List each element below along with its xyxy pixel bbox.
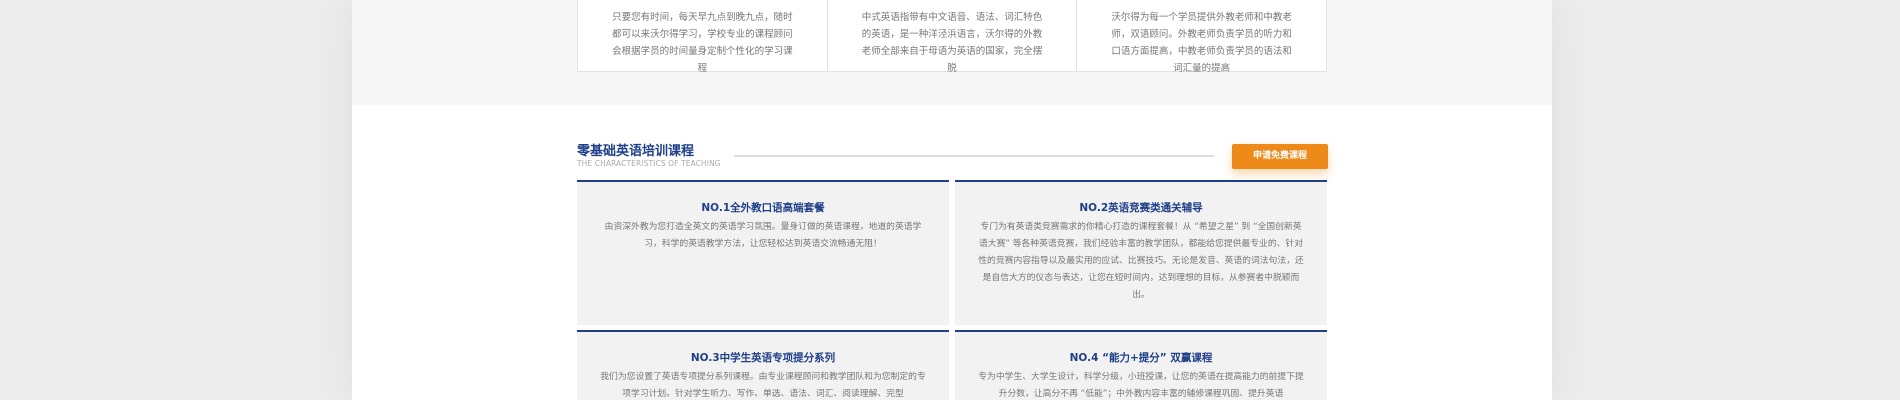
course-description: 我们为您设置了英语专项提分系列课程。由专业课程顾问和教学团队和为您制定的专项学习… bbox=[600, 372, 926, 399]
section-title: 零基础英语培训课程 bbox=[577, 144, 695, 159]
course-description: 专门为有英语类竞赛需求的你精心打造的课程套餐！从 “希望之星” 到 “全国创新英… bbox=[978, 222, 1304, 300]
feature-card: 中式英语指带有中文语音、语法、词汇特色的英语，是一种洋泾浜语言，沃尔得的外教老师… bbox=[828, 0, 1078, 74]
apply-free-course-button[interactable]: 申请免费课程 bbox=[1232, 144, 1328, 169]
section-subtitle: THE CHARACTERISTICS OF TEACHING bbox=[577, 159, 721, 168]
course-title: NO.3中学生英语专项提分系列 bbox=[690, 352, 836, 364]
section-header: 零基础英语培训课程 THE CHARACTERISTICS OF TEACHIN… bbox=[577, 140, 1328, 180]
course-card[interactable]: NO.1全外教口语高端套餐 由资深外教为您打造全英文的英语学习氛围。量身订做的英… bbox=[577, 180, 949, 325]
course-title: NO.4 “能力+提分” 双赢课程 bbox=[1069, 352, 1213, 364]
course-card[interactable]: NO.3中学生英语专项提分系列 我们为您设置了英语专项提分系列课程。由专业课程顾… bbox=[577, 330, 949, 400]
course-description: 专为中学生、大学生设计，科学分级，小班授课，让您的英语在提高能力的前提下提升分数… bbox=[978, 372, 1304, 399]
course-card[interactable]: NO.2英语竞赛类通关辅导 专门为有英语类竞赛需求的你精心打造的课程套餐！从 “… bbox=[955, 180, 1327, 325]
page-container: 只要您有时间，每天早九点到晚九点，随时都可以来沃尔得学习，学校专业的课程顾问会根… bbox=[352, 0, 1552, 400]
course-card[interactable]: NO.4 “能力+提分” 双赢课程 专为中学生、大学生设计，科学分级，小班授课，… bbox=[955, 330, 1327, 400]
feature-card: 只要您有时间，每天早九点到晚九点，随时都可以来沃尔得学习，学校专业的课程顾问会根… bbox=[578, 0, 828, 74]
course-title: NO.2英语竞赛类通关辅导 bbox=[1079, 202, 1203, 214]
course-title: NO.1全外教口语高端套餐 bbox=[701, 202, 825, 214]
feature-card: 沃尔得为每一个学员提供外教老师和中教老师，双语顾问。外教老师负责学员的听力和口语… bbox=[1111, 12, 1292, 74]
feature-cards: 只要您有时间，每天早九点到晚九点，随时都可以来沃尔得学习，学校专业的课程顾问会根… bbox=[577, 0, 1327, 74]
header-divider bbox=[734, 155, 1214, 157]
course-description: 由资深外教为您打造全英文的英语学习氛围。量身订做的英语课程，地道的英语学习，科学… bbox=[604, 222, 922, 249]
